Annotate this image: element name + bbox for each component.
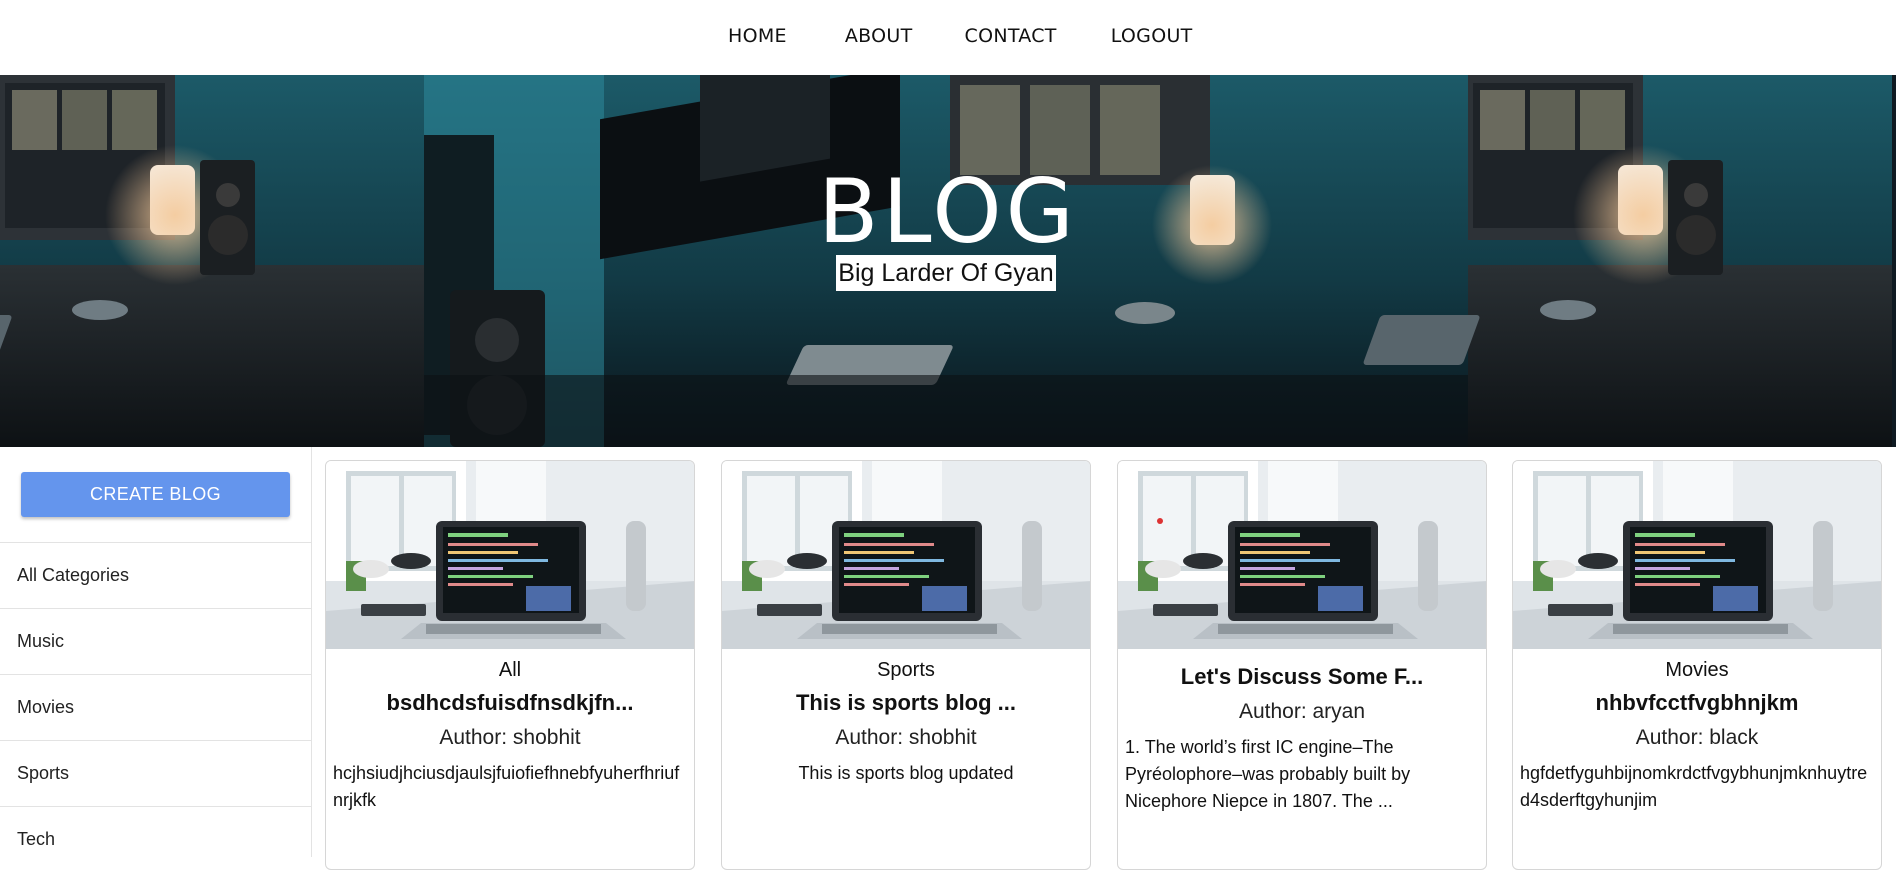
category-item-music[interactable]: Music (0, 608, 312, 674)
category-item-movies[interactable]: Movies (0, 674, 312, 740)
blog-title: This is sports blog ... (795, 690, 1017, 715)
blog-category: All (498, 659, 522, 681)
nav-about-link[interactable]: ABOUT (845, 25, 913, 47)
category-item-tech[interactable]: Tech (0, 806, 312, 872)
blog-thumbnail (326, 461, 694, 649)
blog-thumbnail (722, 461, 1090, 649)
blog-card[interactable]: Movies nhbvfcctfvgbhnjkm Author: black h… (1512, 460, 1882, 870)
blog-thumbnail (1118, 461, 1486, 649)
hero-subtitle: Big Larder Of Gyan (836, 255, 1056, 291)
blog-thumbnail (1513, 461, 1881, 649)
hero-title: BLOG (818, 160, 1078, 263)
nav-contact-link[interactable]: CONTACT (965, 25, 1057, 47)
blog-author: Author: black (1635, 726, 1759, 749)
category-item-all[interactable]: All Categories (0, 542, 312, 608)
category-item-sports[interactable]: Sports (0, 740, 312, 806)
blog-description: hgfdetfyguhbijnomkrdctfvgybhunjmknhuytre… (1520, 763, 1868, 810)
blog-card[interactable]: Let's Discuss Some F... Author: aryan 1.… (1117, 460, 1487, 870)
blog-title: bsdhcdsfuisdfnsdkjfn... (386, 690, 634, 715)
blog-card[interactable]: All bsdhcdsfuisdfnsdkjfn... Author: shob… (325, 460, 695, 870)
blog-title: nhbvfcctfvgbhnjkm (1595, 690, 1799, 715)
sidebar: CREATE BLOG All Categories Music Movies … (0, 447, 312, 857)
blog-description: hcjhsiudjhciusdjaulsjfuiofiefhnebfyuherf… (333, 763, 680, 810)
hero-banner: BLOG Big Larder Of Gyan (0, 75, 1896, 447)
blog-author: Author: aryan (1238, 700, 1366, 723)
blog-card[interactable]: Sports This is sports blog ... Author: s… (721, 460, 1091, 870)
category-list: All Categories Music Movies Sports Tech (0, 542, 312, 872)
blog-author: Author: shobhit (439, 726, 581, 749)
nav-links: HOME ABOUT CONTACT LOGOUT (728, 25, 1193, 47)
nav-logout-link[interactable]: LOGOUT (1111, 25, 1193, 47)
blog-description: 1. The world’s first IC engine–The Pyréo… (1125, 737, 1411, 811)
blog-category: Movies (1665, 659, 1729, 681)
blog-category: Sports (877, 659, 935, 681)
top-nav: HOME ABOUT CONTACT LOGOUT (0, 0, 1896, 75)
create-blog-button[interactable]: CREATE BLOG (21, 472, 290, 517)
nav-home-link[interactable]: HOME (728, 25, 787, 47)
blog-author: Author: shobhit (835, 726, 977, 749)
blog-title: Let's Discuss Some F... (1180, 664, 1424, 689)
blog-description: This is sports blog updated (798, 763, 1014, 783)
